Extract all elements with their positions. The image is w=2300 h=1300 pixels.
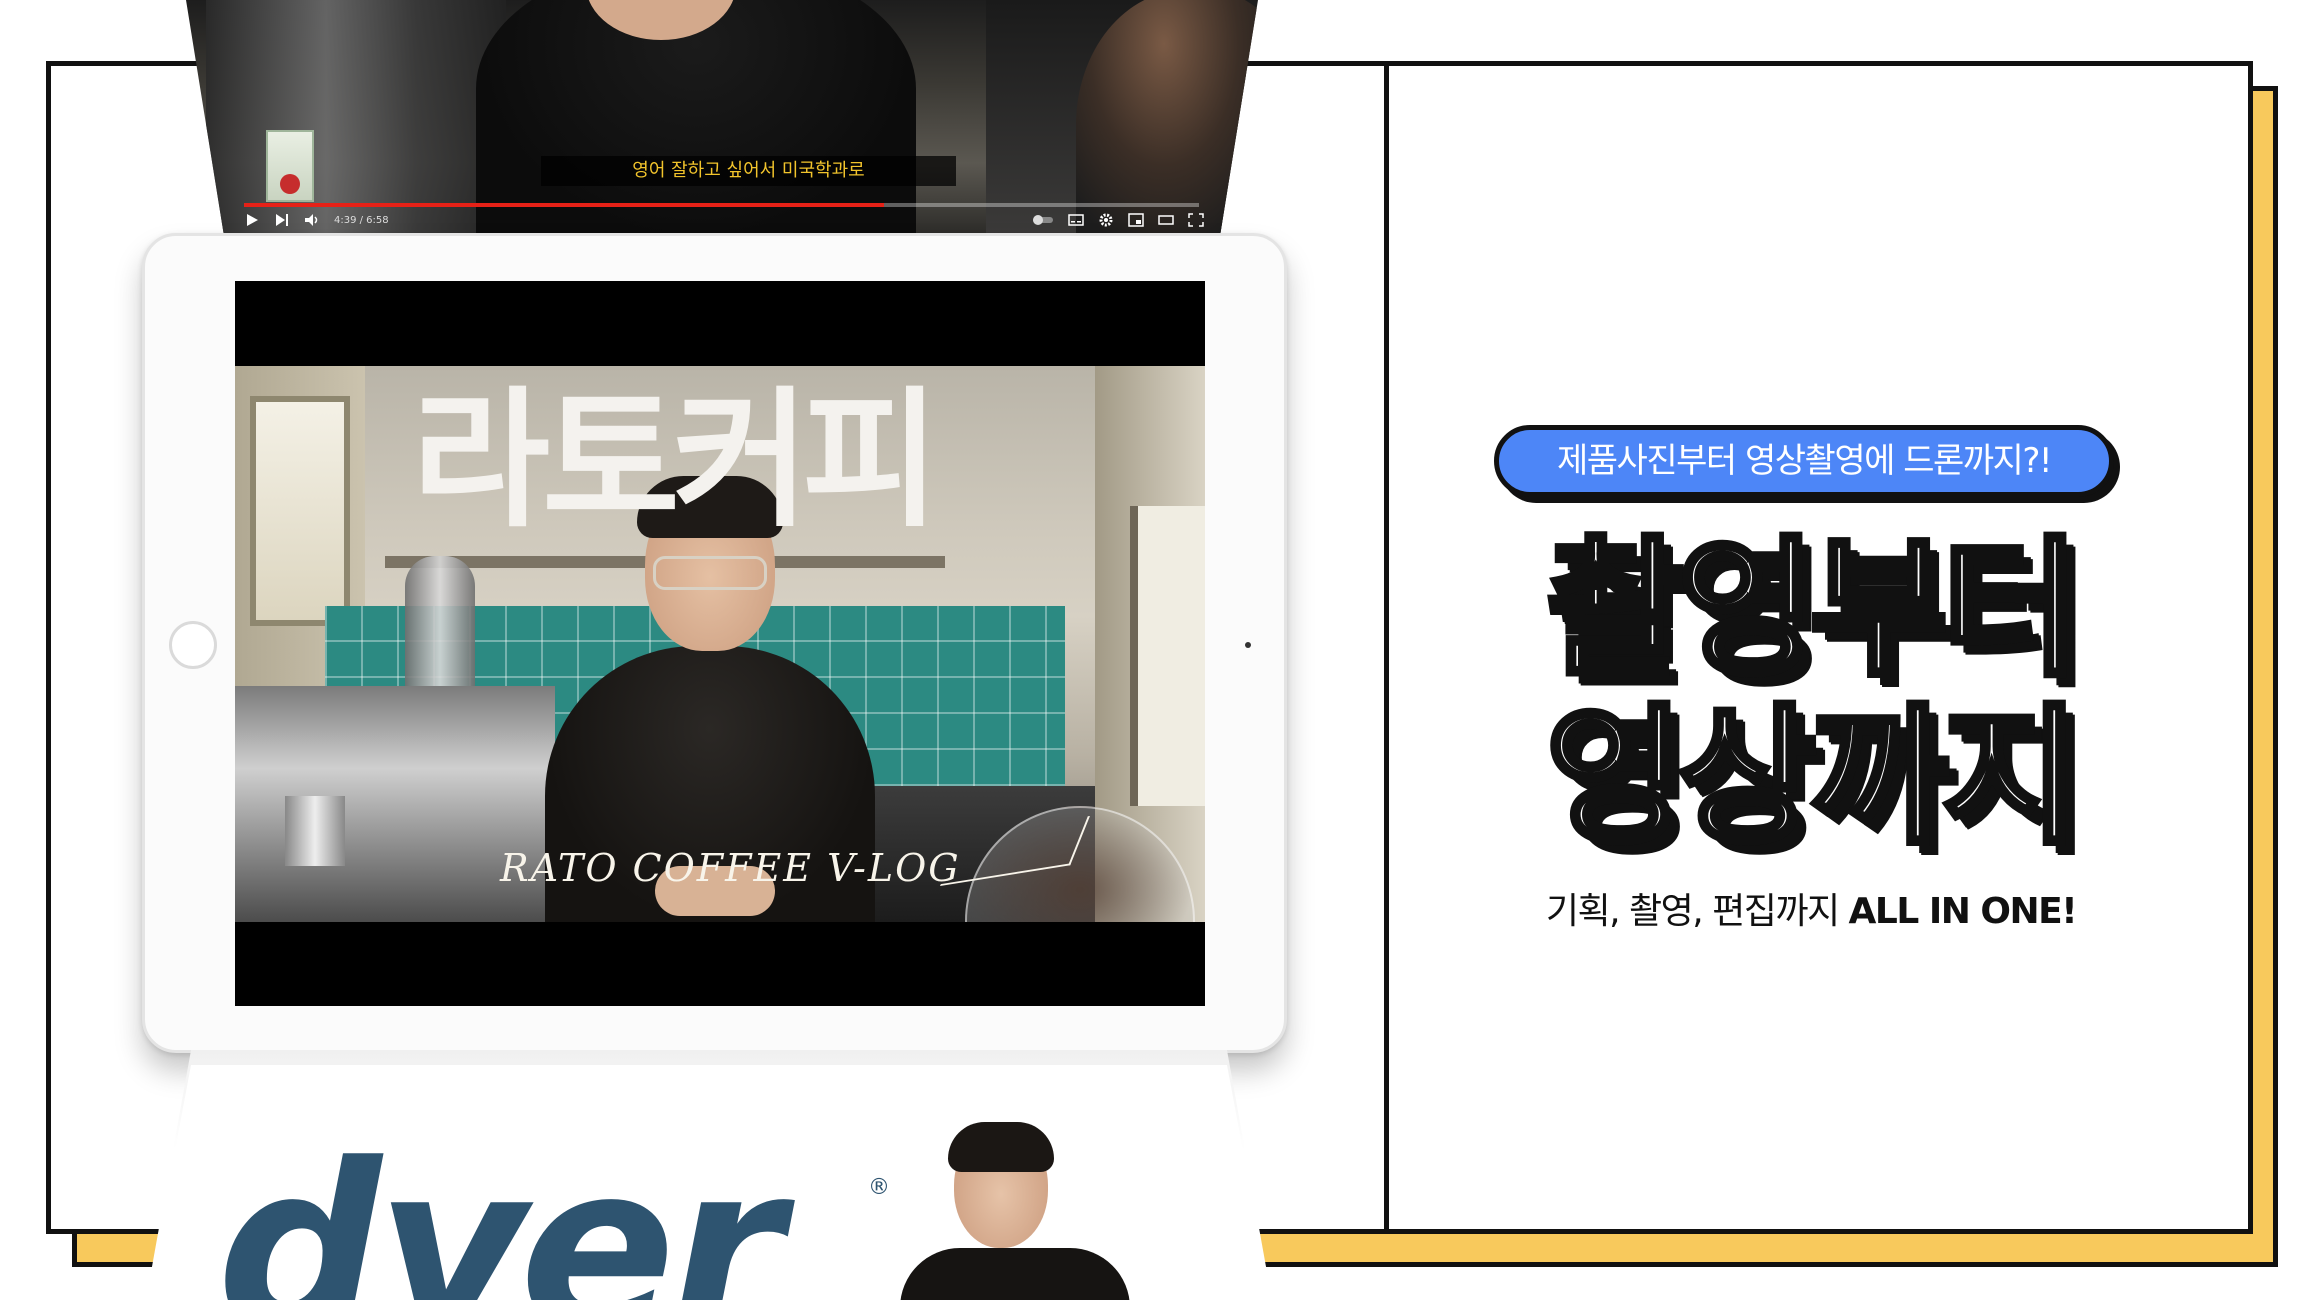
presenter-glasses	[653, 556, 767, 590]
video-time: 4:39 / 6:58	[334, 214, 389, 226]
next-icon[interactable]	[274, 213, 290, 227]
video-progress-bar[interactable]	[244, 203, 1199, 207]
youtube-screenshot: 영어 잘하고 싶어서 미국학과로 4:39 / 6:58	[186, 0, 1258, 233]
home-button[interactable]	[169, 621, 217, 669]
tablet-screen: 라토커피 RATO COFFEE V-LOG	[235, 281, 1205, 1006]
miniplayer-icon[interactable]	[1128, 213, 1144, 227]
video-progress-fill	[244, 203, 884, 207]
play-icon[interactable]	[244, 213, 260, 227]
headline-line-1: 촬영부터	[1543, 522, 2083, 698]
tablet-device: 라토커피 RATO COFFEE V-LOG	[142, 233, 1287, 1053]
video-script-caption: RATO COFFEE V-LOG	[500, 846, 961, 890]
theater-mode-icon[interactable]	[1158, 213, 1174, 227]
pitcher-image	[285, 796, 345, 866]
subline-korean: 기획, 촬영, 편집까지	[1545, 891, 1849, 932]
settings-gear-icon[interactable]	[1098, 213, 1114, 227]
video-subtitle: 영어 잘하고 싶어서 미국학과로	[541, 156, 956, 186]
headline-line-2: 영상까지	[1543, 690, 2083, 866]
volume-icon[interactable]	[304, 213, 320, 227]
promo-person-hair	[948, 1122, 1054, 1172]
espresso-machine-image	[206, 0, 506, 233]
subtitles-icon[interactable]	[1068, 213, 1084, 227]
frame-divider	[1384, 61, 1389, 1234]
fullscreen-icon[interactable]	[1188, 213, 1204, 227]
promo-pill-badge: 제품사진부터 영상촬영에 드론까지?!	[1494, 425, 2114, 497]
promo-person-image	[900, 1122, 1160, 1300]
milk-carton-image	[266, 130, 314, 202]
autoplay-toggle-icon[interactable]	[1032, 213, 1054, 227]
dyer-logo: dyer	[217, 1116, 783, 1300]
video-controls: 4:39 / 6:58	[244, 209, 1204, 231]
video-thumbnail[interactable]: 라토커피 RATO COFFEE V-LOG	[235, 366, 1205, 922]
subline: 기획, 촬영, 편집까지 ALL IN ONE!	[1486, 882, 2136, 934]
promo-person-body	[900, 1248, 1130, 1300]
camera-dot	[1245, 642, 1251, 648]
registered-mark: ®	[868, 1175, 890, 1200]
window-image	[1130, 506, 1205, 806]
person-image	[476, 0, 916, 233]
subline-english: ALL IN ONE!	[1848, 891, 2078, 932]
video-title: 라토커피	[412, 374, 940, 548]
